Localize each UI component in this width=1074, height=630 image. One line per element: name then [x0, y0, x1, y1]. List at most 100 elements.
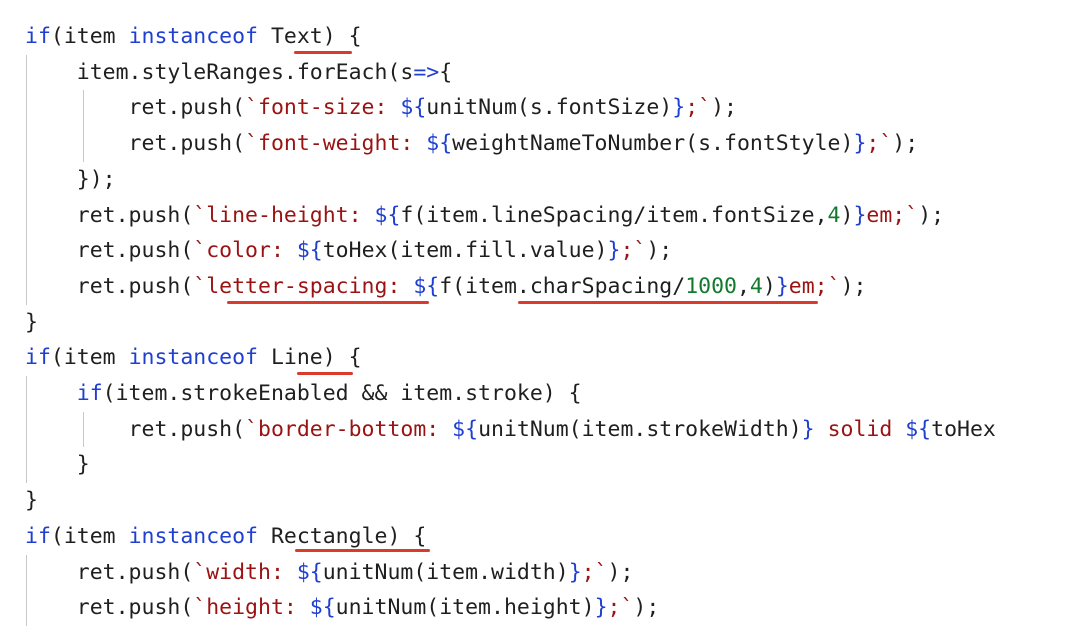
code-token: ret.push( [25, 559, 194, 585]
code-token: unitNum(item.height) [335, 595, 595, 621]
code-token: ); [633, 595, 660, 621]
code-token: ${ [413, 273, 440, 299]
code-token: f(item.lineSpacing/item.fontSize, [400, 202, 828, 228]
code-token: `height: [193, 595, 310, 621]
code-line[interactable]: ret.push(`height: ${unitNum(item.height)… [25, 590, 660, 626]
code-line[interactable]: } [25, 483, 38, 519]
code-line[interactable]: ret.push(`line-height: ${f(item.lineSpac… [25, 198, 944, 234]
underline-highlight [297, 372, 353, 375]
underline-highlight [227, 301, 429, 304]
code-token: solid [814, 416, 906, 442]
code-token: } [853, 202, 867, 228]
code-token: } [672, 95, 686, 121]
code-token: (item [50, 345, 129, 371]
code-token: ;` [866, 131, 893, 157]
code-token: ret.push( [25, 95, 246, 121]
code-token: } [853, 131, 867, 157]
code-token: } [594, 595, 608, 621]
code-token: ) [840, 202, 854, 228]
code-token: ret.push( [25, 416, 246, 442]
code-token: unitNum(item.width) [322, 559, 569, 585]
code-token: unitNum(s.fontSize) [426, 95, 673, 121]
underline-highlight [295, 549, 430, 552]
code-token: ret.push( [25, 238, 194, 264]
code-token: } [25, 452, 90, 478]
code-editor[interactable]: if(item instanceof Text) { item.styleRan… [0, 0, 1074, 630]
code-token: `color: [193, 238, 297, 264]
code-token: ); [646, 238, 673, 264]
code-token: Rectangle) { [258, 523, 427, 549]
underline-highlight [294, 51, 352, 54]
code-token: ${ [400, 95, 427, 121]
code-token: if [25, 523, 51, 549]
code-line[interactable]: if(item instanceof Line) { [25, 340, 362, 376]
code-line[interactable]: ret.push(`color: ${toHex(item.fill.value… [25, 233, 672, 269]
code-line[interactable]: } [25, 305, 38, 341]
code-token: ret.push( [25, 273, 194, 299]
code-token: ); [607, 559, 634, 585]
code-line[interactable]: ret.push(`border-bottom: ${unitNum(item.… [25, 412, 996, 448]
code-token: ); [711, 95, 737, 121]
code-token: (item [50, 523, 129, 549]
code-line[interactable]: ret.push(`font-weight: ${weightNameToNum… [25, 126, 919, 162]
code-token: { [439, 59, 453, 85]
code-token: 1000 [685, 273, 737, 299]
code-line[interactable]: ret.push(`letter-spacing: ${f(item.charS… [25, 269, 867, 305]
code-token: ret.push( [25, 595, 194, 621]
code-token: } [25, 309, 38, 335]
code-token: toHex [931, 416, 996, 442]
code-line[interactable]: } [25, 447, 90, 483]
code-token: } [568, 559, 582, 585]
code-token: ${ [905, 416, 932, 442]
code-token: => [413, 59, 440, 85]
code-token: ${ [426, 131, 453, 157]
code-token: ${ [296, 559, 323, 585]
code-token: ${ [309, 595, 336, 621]
code-token: Text) { [258, 24, 362, 49]
code-token: f(item.charSpacing/ [439, 273, 686, 299]
underline-highlight [518, 301, 818, 304]
code-token: `line-height: [193, 202, 375, 228]
code-token: em;` [788, 273, 841, 299]
code-token: Line) { [258, 345, 362, 371]
code-token: , [736, 273, 750, 299]
code-token: 4 [827, 202, 841, 228]
code-token: weightNameToNumber(s.fontStyle) [452, 131, 854, 157]
code-token: } [607, 238, 621, 264]
code-token: 4 [749, 273, 763, 299]
code-token: ) [762, 273, 776, 299]
code-token: `border-bottom: [245, 416, 453, 442]
code-token: ;` [620, 238, 647, 264]
code-line[interactable]: ret.push(`width: ${unitNum(item.width)};… [25, 555, 634, 591]
code-token: }); [25, 166, 116, 192]
code-token: if [76, 381, 103, 406]
code-token: ret.push( [25, 131, 246, 157]
code-token: if [25, 345, 51, 371]
code-token: em;` [866, 202, 919, 228]
code-token: ret.push( [25, 202, 194, 228]
code-token: `width: [193, 559, 297, 585]
code-token: ); [918, 202, 945, 228]
code-line[interactable]: if(item.strokeEnabled && item.stroke) { [25, 376, 582, 412]
code-token: if [25, 24, 51, 49]
code-line[interactable]: ret.push(`font-size: ${unitNum(s.fontSiz… [25, 90, 737, 126]
code-token: } [25, 488, 38, 514]
code-token: ;` [581, 559, 608, 585]
code-token: ${ [452, 416, 479, 442]
code-token: (item [50, 24, 129, 49]
code-token: `letter-spacing: [193, 273, 414, 299]
code-token: ${ [296, 238, 323, 264]
code-line[interactable]: if(item instanceof Text) { [25, 19, 362, 55]
code-line[interactable]: }); [25, 162, 116, 198]
code-token: (item.strokeEnabled && item.stroke) { [102, 381, 582, 406]
code-token: ); [840, 273, 867, 299]
code-line[interactable]: item.styleRanges.forEach(s=>{ [25, 55, 452, 91]
code-token: instanceof [128, 523, 259, 549]
code-token: `font-weight: [245, 131, 427, 157]
code-token: toHex(item.fill.value) [322, 238, 608, 264]
code-token: unitNum(item.strokeWidth) [478, 416, 802, 442]
code-token: ${ [374, 202, 401, 228]
code-token: instanceof [128, 345, 259, 371]
code-token: `font-size: [245, 95, 401, 121]
